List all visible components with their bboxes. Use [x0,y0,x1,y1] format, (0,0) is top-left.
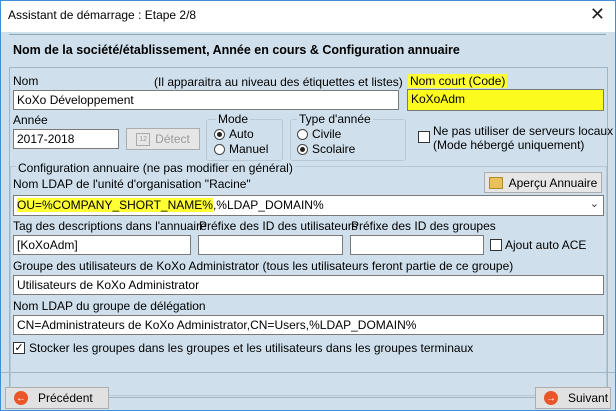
next-label: Suivant [568,391,609,405]
local-servers-label-2: (Mode hébergé uniquement) [433,138,585,152]
year-input[interactable]: 2017-2018 [13,129,119,149]
delegation-label: Nom LDAP du groupe de délégation [13,299,206,313]
directory-icon [488,176,503,189]
step-title: Nom de la société/établissement, Année e… [13,43,460,57]
mode-manual-label: Manuel [229,142,269,156]
calendar-icon: 12 [136,132,151,146]
year-type-label: Type d'année [297,112,373,126]
group-prefix-label: Préfixe des ID des groupes [351,219,496,233]
next-button[interactable]: → Suivant [535,387,611,409]
wizard-body: Nom de la société/établissement, Année e… [1,32,615,410]
store-groups-label: Stocker les groupes dans les groupes et … [29,341,474,355]
previous-button[interactable]: ← Précédent [5,387,109,409]
year-type-civil-label: Civile [312,127,342,141]
detect-label: Détect [155,132,190,146]
name-hint: (Il apparaitra au niveau des étiquettes … [154,75,403,89]
name-label: Nom [13,74,39,88]
tag-label: Tag des descriptions dans l'annuaire [13,219,207,233]
short-name-label: Nom court (Code) [408,74,508,88]
footer-divider [1,372,615,373]
short-name-input[interactable]: KoXoAdm [407,89,604,111]
group-prefix-input[interactable] [350,235,484,255]
close-icon[interactable]: ✕ [590,4,605,25]
step-header: Nom de la société/établissement, Année e… [9,34,606,67]
tag-input[interactable]: [KoXoAdm] [13,235,191,255]
ldap-ou-value-rest: ,%LDAP_DOMAIN% [212,198,324,212]
company-name-input[interactable]: KoXo Développement [13,90,399,110]
preview-directory-label: Aperçu Annuaire [508,175,598,190]
mode-manual-radio[interactable] [214,144,225,155]
year-label: Année [13,113,48,127]
user-prefix-input[interactable] [198,235,343,255]
store-groups-checkbox[interactable]: ✓ [13,342,25,354]
local-servers-label-1: Ne pas utiliser de serveurs locaux [433,124,614,138]
title-bar: Assistant de démarrage : Etape 2/8 ✕ [1,1,615,31]
delegation-input[interactable]: CN=Administrateurs de KoXo Administrator… [13,315,604,335]
year-type-school-radio[interactable] [297,144,308,155]
mode-label: Mode [216,112,251,126]
ldap-ou-value-highlight: OU=%COMPANY_SHORT_NAME% [17,198,213,212]
previous-label: Précédent [38,391,93,405]
directory-section-label: Configuration annuaire (ne pas modifier … [16,161,295,175]
users-group-input[interactable]: Utilisateurs de KoXo Administrator [13,275,604,295]
year-type-school-label: Scolaire [312,142,356,156]
auto-ace-checkbox[interactable] [490,239,502,251]
ldap-ou-combobox[interactable]: OU=%COMPANY_SHORT_NAME%,%LDAP_DOMAIN% ⌄ [13,195,604,216]
mode-auto-radio[interactable] [214,129,225,140]
arrow-left-icon: ← [14,391,28,405]
preview-directory-button[interactable]: Aperçu Annuaire [484,172,602,193]
window-title: Assistant de démarrage : Etape 2/8 [8,8,197,22]
main-panel: Nom (Il apparaitra au niveau des étiquet… [9,67,613,398]
auto-ace-label: Ajout auto ACE [505,238,587,252]
arrow-right-icon: → [544,391,558,405]
year-type-civil-radio[interactable] [297,129,308,140]
users-group-label: Groupe des utilisateurs de KoXo Administ… [13,259,514,273]
chevron-down-icon[interactable]: ⌄ [590,197,599,210]
user-prefix-label: Préfixe des ID des utilisateurs [199,219,358,233]
detect-button[interactable]: 12 Détect [126,128,200,150]
wizard-window: Assistant de démarrage : Etape 2/8 ✕ Nom… [0,0,616,411]
ldap-ou-label: Nom LDAP de l'unité d'organisation "Raci… [13,177,251,191]
mode-auto-label: Auto [229,127,254,141]
local-servers-checkbox[interactable] [418,131,430,143]
